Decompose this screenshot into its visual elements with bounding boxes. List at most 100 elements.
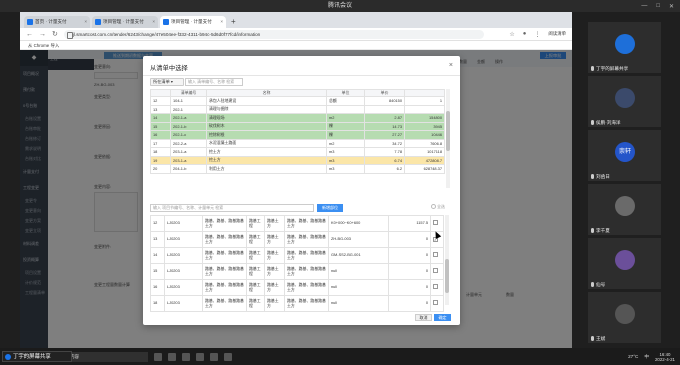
bill-code: 104-1 xyxy=(170,96,207,106)
bill-row[interactable]: 20 204-1-b 利用土方 m3 6.2 628748.37 xyxy=(150,164,445,174)
task-view-icon[interactable] xyxy=(154,352,162,361)
folder-icon[interactable] xyxy=(224,352,232,361)
row-checkbox[interactable] xyxy=(433,300,438,306)
chrome-icon[interactable] xyxy=(182,352,190,361)
address-bar-row: ← → ↻ jl.smartcost.com.cn/tender/6243/ch… xyxy=(20,28,572,41)
participant-tile[interactable]: 丁宇的屏幕共享 xyxy=(588,22,661,73)
maximize-icon[interactable]: □ xyxy=(656,3,660,9)
mic-icon xyxy=(591,174,594,180)
ime-indicator[interactable]: 中 xyxy=(644,354,649,360)
clock[interactable]: 16:40 2022-4-21 xyxy=(655,352,675,362)
browser-tab-strip: 首页 · 计量支付 × 项目管理 · 计量支付 × 项目管理 · 计量支付 × + xyxy=(20,12,572,28)
row-number: 12 xyxy=(150,215,165,232)
measure-unit-row[interactable]: 12 LJ0203 路基、路基、路基路基土方 路基工程 路基土方 路基、路基、路基路基土方… xyxy=(150,215,444,232)
measure-unit-row[interactable]: 16 LJ0203 路基、路基、路基路基土方 路基工程 路基土方 路基、路基、路基路基土方… xyxy=(150,279,444,296)
bill-unit: m3 xyxy=(326,147,365,157)
participant-avatar xyxy=(615,250,635,270)
cancel-button[interactable]: 取消 xyxy=(415,314,432,321)
scrollbar-thumb[interactable] xyxy=(445,259,449,293)
explorer-icon[interactable] xyxy=(168,352,176,361)
participant-name: 刘函日 xyxy=(596,174,610,179)
browser-tab-1[interactable]: 首页 · 计量支付 × xyxy=(24,16,90,28)
row-checkbox[interactable] xyxy=(433,252,438,258)
bill-row[interactable]: 16 202-1-c 挖除树根棵 27.27 10446 xyxy=(150,130,445,140)
bill-code: 202-2-a xyxy=(170,138,207,148)
tab-close-icon[interactable]: × xyxy=(152,16,155,28)
unit-quantity: 0 xyxy=(388,231,431,248)
star-icon[interactable]: ☆ xyxy=(509,31,514,38)
close-icon[interactable]: × xyxy=(449,62,453,69)
system-tray: 27°C 中 16:40 2022-4-21 xyxy=(628,352,680,362)
table-scrollbar[interactable] xyxy=(445,215,449,305)
close-icon[interactable]: ✕ xyxy=(669,3,674,10)
minimize-icon[interactable]: — xyxy=(641,3,647,9)
measure-unit-row[interactable]: 14 LJ0203 路基、路基、路基路基土方 路基工程 路基土方 路基、路基、路基路基土方… xyxy=(150,247,444,264)
bill-code: 202-1-a xyxy=(170,113,207,123)
url-field[interactable]: jl.smartcost.com.cn/tender/6243/change/4… xyxy=(63,29,484,39)
back-icon[interactable]: ← xyxy=(26,31,33,38)
profile-icon[interactable]: ● xyxy=(523,31,527,37)
weather[interactable]: 27°C xyxy=(628,354,638,359)
scrollbar-thumb[interactable] xyxy=(446,111,450,151)
meeting-app-icon[interactable] xyxy=(196,352,204,361)
reload-icon[interactable]: ↻ xyxy=(52,30,58,38)
row-checkbox[interactable] xyxy=(433,268,438,274)
menu-icon[interactable]: ⋮ xyxy=(534,31,540,38)
bill-name: 挖除树根 xyxy=(206,130,327,140)
unit-type: 路基土方 xyxy=(264,279,285,296)
participant-tile[interactable]: 崇轩 刘函日 xyxy=(588,130,661,181)
row-number: 20 xyxy=(150,164,171,174)
bill-row[interactable]: 13 202-1 清理与掘除 xyxy=(150,104,445,114)
forward-icon[interactable]: → xyxy=(39,31,46,38)
row-checkbox[interactable] xyxy=(433,220,438,226)
change-code: null xyxy=(328,263,389,280)
tab-close-icon[interactable]: × xyxy=(220,16,223,28)
unit-name: 路基、路基、路基路基土方 xyxy=(202,295,247,312)
bill-name: 清理现场 xyxy=(206,113,327,123)
row-number: 15 xyxy=(150,263,165,280)
bill-price: 6.74 xyxy=(364,155,405,165)
mic-icon xyxy=(591,228,594,234)
row-checkbox[interactable] xyxy=(433,284,438,290)
confirm-button[interactable]: 确定 xyxy=(434,314,451,321)
bookmark-import[interactable]: 从 Chrome 导入 xyxy=(28,43,59,48)
bill-quantity: 1017118 xyxy=(404,147,445,157)
wechat-icon[interactable] xyxy=(210,352,218,361)
bill-row[interactable]: 18 203-1-a 挖土方 m3 7.78 1017118 xyxy=(150,147,445,157)
mic-icon xyxy=(591,336,594,342)
bill-row[interactable]: 15 202-1-b 砍伐树木棵 14.73 3945 xyxy=(150,121,445,131)
window-controls: — □ ✕ xyxy=(641,0,674,12)
tab-close-icon[interactable]: × xyxy=(84,16,87,28)
participant-name: 李千夏 xyxy=(596,228,610,233)
select-all-radio[interactable]: 全选 xyxy=(431,204,445,210)
table-scrollbar[interactable] xyxy=(446,89,450,188)
change-code: ZH-BG-003 xyxy=(328,231,389,248)
add-part-button[interactable]: 新增部位 xyxy=(317,204,343,212)
participant-tile[interactable]: 李千夏 xyxy=(588,184,661,235)
measure-unit-row[interactable]: 13 LJ0203 路基、路基、路基路基土方 路基工程 路基土方 路基、路基、路基路基土方… xyxy=(150,231,444,248)
measure-unit-row[interactable]: 18 LJ0203 路基、路基、路基路基土方 路基工程 路基土方 路基、路基、路基路基土方… xyxy=(150,295,444,312)
participant-label: 侯鹏·刘海洋 xyxy=(591,120,621,126)
bill-row[interactable]: 14 202-1-a 清理现场 m2 2.87 154800 xyxy=(150,113,445,123)
measure-unit-row[interactable]: 15 LJ0203 路基、路基、路基路基土方 路基工程 路基土方 路基、路基、路基路基土方… xyxy=(150,263,444,280)
bill-row[interactable]: 12 104-1 承包人驻地建设 总额 840150 1 xyxy=(150,96,445,106)
unit-type: 路基土方 xyxy=(264,295,285,312)
participant-tile[interactable]: 侯鹏·刘海洋 xyxy=(588,76,661,127)
browser-tab-3[interactable]: 项目管理 · 计量支付 × xyxy=(160,16,226,28)
filter-select[interactable]: 所在清单 ▾ xyxy=(150,78,184,86)
col-header: 名称 xyxy=(206,89,327,97)
unit-code: LJ0203 xyxy=(164,231,203,248)
address-bar-actions: ☆ ● ⋮ 阅读清单 xyxy=(509,31,572,38)
unit-code: LJ0203 xyxy=(164,247,203,264)
browser-tab-2[interactable]: 项目管理 · 计量支付 × xyxy=(92,16,158,28)
new-tab-icon[interactable]: + xyxy=(231,16,236,28)
participant-tile[interactable]: 仙号 xyxy=(588,238,661,289)
bill-row[interactable]: 19 203-1-a 挖土方 m3 6.74 472808.7 xyxy=(150,155,445,165)
reading-list-button[interactable]: 阅读清单 xyxy=(548,31,566,37)
bill-row[interactable]: 17 202-2-a 水泥混凝土路面 m2 34.72 7606.8 xyxy=(150,138,445,148)
unit-search-input[interactable]: 输入 项目节编号、名称、计量单元 检索 xyxy=(150,204,314,212)
participant-tile[interactable]: 王斌 xyxy=(588,292,661,343)
unit-name: 路基、路基、路基路基土方 xyxy=(202,263,247,280)
participant-avatar xyxy=(615,304,635,324)
bill-search-input[interactable]: 输入 清单编号、名称 检索 xyxy=(185,78,243,86)
